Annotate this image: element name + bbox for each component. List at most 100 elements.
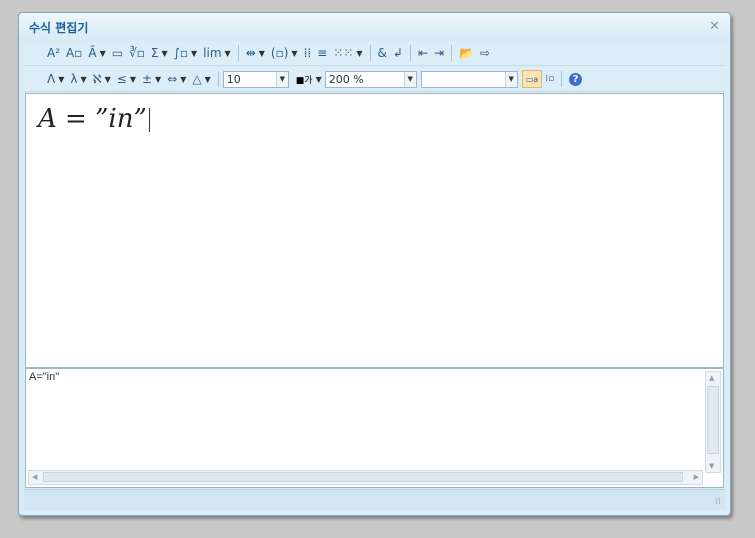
ampersand-button[interactable]: & (375, 43, 390, 63)
formula-editor[interactable]: A = ”in” (25, 93, 724, 368)
horizontal-scrollbar[interactable]: ◀ ▶ (28, 470, 703, 485)
resize-grip-icon[interactable]: ⁞⁞ (715, 497, 721, 507)
font-size-select[interactable]: 10 ▼ (222, 70, 289, 88)
next-button[interactable]: ⇥ (431, 43, 447, 63)
status-bar: ⁞⁞ (24, 489, 725, 510)
grid-button[interactable]: ⁙⁙ ▼ (330, 43, 365, 63)
separator (369, 45, 371, 61)
vertical-scrollbar[interactable]: ▲ ▼ (705, 371, 721, 473)
chevron-down-icon[interactable]: ▼ (225, 49, 231, 58)
limit-button[interactable]: lim ▼ (200, 43, 234, 63)
separator (409, 45, 411, 61)
close-icon[interactable]: ✕ (709, 19, 720, 34)
font-size-value: 10 (226, 72, 241, 86)
scroll-left-icon[interactable]: ◀ (32, 473, 37, 481)
greek-lower-button[interactable]: λ ▼ (67, 69, 89, 89)
chevron-down-icon[interactable]: ▼ (180, 75, 186, 84)
symbol-button[interactable]: ℵ ▼ (90, 69, 114, 89)
chevron-down-icon[interactable]: ▼ (356, 49, 362, 58)
chevron-down-icon[interactable]: ▼ (504, 71, 517, 87)
layout-toggle-button[interactable]: ⁞▫ (542, 69, 557, 89)
insert-icon: ⇨ (480, 46, 491, 60)
greek-lower-icon: λ (70, 72, 78, 86)
superscript-button[interactable]: A² (44, 43, 63, 63)
prev-icon: ⇤ (417, 46, 429, 60)
align-button[interactable]: ≡ (314, 43, 330, 63)
open-icon: 📂 (459, 46, 475, 60)
text-color-button[interactable]: ■가 ▼ (293, 69, 325, 89)
subscript-icon: A▫ (66, 46, 83, 60)
bracket-icon: (▫) (270, 46, 289, 60)
script-editor[interactable]: A="in" ▲ ▼ ◀ ▶ (25, 368, 724, 488)
relation-icon: ≤ (116, 72, 127, 86)
next-icon: ⇥ (434, 46, 445, 60)
root-icon: ∛▫ (129, 46, 145, 60)
arrows-button[interactable]: ⇔ ▼ (164, 69, 189, 89)
chevron-down-icon[interactable]: ▼ (130, 75, 136, 84)
chevron-down-icon[interactable]: ▼ (80, 75, 86, 84)
open-button[interactable]: 📂 (456, 43, 477, 63)
fraction-button[interactable]: ▭ (109, 43, 126, 63)
equation-editor-window: 수식 편집기 ✕ A² A▫ Ā ▼ ▭ ∛▫ Σ ▼ ∫▫ ▼ lim ▼ ⇹ ▼ (▫) ▼ ⁞⁞ ≡ ⁙⁙ ▼ &… (18, 12, 731, 516)
greek-upper-icon: Λ (47, 72, 56, 86)
help-button[interactable]: ? (566, 69, 585, 89)
formula-string: ”in” (95, 104, 147, 134)
window-title: 수식 편집기 (29, 21, 89, 35)
newline-icon: ↲ (392, 46, 403, 60)
separator (217, 71, 219, 87)
integral-icon: ∫▫ (173, 46, 189, 60)
formula-equals: = (56, 104, 96, 134)
greek-upper-button[interactable]: Λ ▼ (44, 69, 67, 89)
matrix-button[interactable]: ⁞⁞ (301, 43, 315, 63)
misc-icon: △ (192, 72, 202, 86)
subscript-button[interactable]: A▫ (63, 43, 85, 63)
chevron-down-icon[interactable]: ▼ (316, 75, 322, 84)
root-button[interactable]: ∛▫ (126, 43, 148, 63)
formula-display: A = ”in” (38, 104, 150, 134)
scroll-thumb[interactable] (707, 386, 719, 454)
chevron-down-icon[interactable]: ▼ (205, 75, 211, 84)
chevron-down-icon[interactable]: ▼ (105, 75, 111, 84)
chevron-down-icon[interactable]: ▼ (100, 49, 106, 58)
zoom-select[interactable]: 200 % ▼ (324, 70, 417, 88)
chevron-down-icon[interactable]: ▼ (403, 71, 416, 87)
operator-icon: ± (141, 72, 153, 86)
decoration-button[interactable]: Ā ▼ (85, 43, 108, 63)
limit-icon: lim (203, 46, 222, 60)
scroll-thumb[interactable] (43, 472, 683, 482)
relation-button[interactable]: ≤ ▼ (114, 69, 139, 89)
sum-button[interactable]: Σ ▼ (148, 43, 171, 63)
chevron-down-icon[interactable]: ▼ (58, 75, 64, 84)
insert-button[interactable]: ⇨ (477, 43, 493, 63)
scroll-down-icon[interactable]: ▼ (709, 462, 714, 470)
chevron-down-icon[interactable]: ▼ (191, 49, 197, 58)
separator (561, 71, 563, 87)
text-caret (148, 108, 150, 132)
script-text: A="in" (29, 371, 60, 383)
chevron-down-icon[interactable]: ▼ (275, 71, 288, 87)
view-toggle-button[interactable]: ▭a (521, 70, 543, 88)
zoom-value: 200 % (328, 72, 364, 86)
operator-button[interactable]: ± ▼ (139, 69, 164, 89)
prev-button[interactable]: ⇤ (415, 43, 431, 63)
chevron-down-icon[interactable]: ▼ (155, 75, 161, 84)
symbol-icon: ℵ (92, 72, 102, 86)
sum-icon: Σ (150, 46, 159, 60)
fraction-icon: ▭ (111, 46, 124, 60)
scroll-right-icon[interactable]: ▶ (694, 473, 699, 481)
style-select[interactable]: ▼ (420, 70, 518, 88)
decoration-icon: Ā (88, 46, 97, 60)
matrix-icon: ⁞⁞ (303, 46, 312, 60)
arrow-button[interactable]: ⇹ ▼ (243, 43, 268, 63)
integral-button[interactable]: ∫▫ ▼ (171, 43, 201, 63)
chevron-down-icon[interactable]: ▼ (161, 49, 167, 58)
chevron-down-icon[interactable]: ▼ (291, 49, 297, 58)
newline-button[interactable]: ↲ (390, 43, 406, 63)
separator (451, 45, 453, 61)
grid-icon: ⁙⁙ (333, 46, 354, 60)
bracket-button[interactable]: (▫) ▼ (268, 43, 301, 63)
chevron-down-icon[interactable]: ▼ (259, 49, 265, 58)
misc-button[interactable]: △ ▼ (189, 69, 213, 89)
superscript-icon: A² (47, 46, 61, 60)
scroll-up-icon[interactable]: ▲ (709, 374, 714, 382)
